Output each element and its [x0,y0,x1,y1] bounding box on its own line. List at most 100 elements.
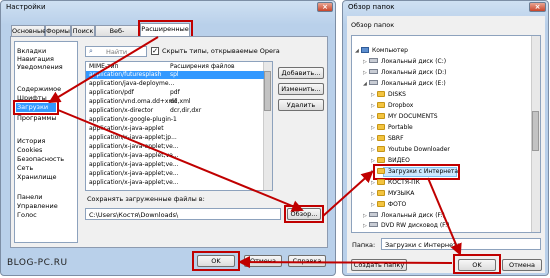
mime-scrollbar-thumb[interactable] [264,71,271,111]
tree-item-label: Portable [388,124,413,131]
delete-button[interactable]: Удалить [278,99,324,111]
folder-icon [377,201,385,207]
table-row[interactable]: application/x-director dcr,dir,dxr [86,107,264,115]
category-management[interactable]: Управление [17,202,58,210]
tree-item-label: Локальный диск (D:) [381,69,447,76]
search-box[interactable]: ⌕ Найти [85,46,147,57]
tree-item[interactable]: ▷ Youtube Downloader [371,146,450,154]
category-navigation[interactable]: Навигация [17,55,54,63]
tree-item[interactable]: ▷ Локальный диск (C:) [363,58,446,66]
tree-item[interactable]: ▷ Dropbox [371,102,413,110]
browse-button-highlight [284,205,324,223]
tree-item[interactable]: ▷ MY DOCUMENTS [371,113,438,121]
tree-item[interactable]: ▷ Portable [371,124,413,132]
table-cell-ext: spl [170,71,179,78]
browse-title: Обзор папок [348,3,395,11]
table-cell-mime: application/x-google-plugin-1 [89,116,177,123]
tree-item[interactable]: ▷ DVD RW дисковод (F:) [363,222,450,230]
tree-item[interactable]: ▷ SBRF [371,135,404,143]
tree-item[interactable]: ◢ Локальный диск (E:) [363,80,446,88]
add-button[interactable]: Добавить... [278,67,324,79]
table-cell-mime: application/x-java-applet;ve... [89,179,179,186]
search-input[interactable]: Найти [106,48,127,56]
category-panels[interactable]: Панели [17,193,43,201]
tree-item-label: Локальный диск (E:) [381,80,446,87]
table-row[interactable]: application/java-deployme... [86,80,264,88]
category-tabs[interactable]: Вкладки [17,47,46,55]
table-row[interactable]: application/x-java-applet;ve... [86,161,264,169]
drive-icon [369,212,378,217]
table-cell-mime: application/x-java-applet;ve... [89,170,179,177]
tree-item[interactable]: ▷ Локальный диск (F:) [363,212,445,220]
tree-item[interactable]: ▷ МУЗЫКА [371,190,414,198]
cancel-button[interactable]: Отмена [244,255,282,267]
table-row[interactable]: application/x-java-applet;ve... [86,143,264,151]
tree-item[interactable]: ▷ Локальный диск (D:) [363,69,447,77]
tab-general[interactable]: Основные [11,25,46,36]
table-row[interactable]: application/vnd.oma.dd+xml dd,xml [86,98,264,106]
table-row[interactable]: application/x-java-applet;ve... [86,170,264,178]
folder-icon [377,157,385,163]
category-notifications[interactable]: Уведомления [17,63,63,71]
folder-icon [377,146,385,152]
category-content[interactable]: Содержимое [17,85,61,93]
tree-item-label: Dropbox [388,102,414,109]
tab-webpages[interactable]: Веб-страницы [95,25,139,45]
table-cell-mime: application/java-deployme... [89,80,175,87]
save-location-label: Сохранять загруженные файлы в: [87,195,205,203]
table-cell-mime: application/x-java-applet;ve... [89,152,179,159]
table-cell-ext: dd,xml [170,98,191,105]
table-row[interactable]: application/x-google-plugin-1 [86,116,264,124]
folder-field[interactable]: Загрузки с Интернета [381,238,541,250]
browse-close-button[interactable]: × [529,2,546,12]
tree-scrollbar-thumb[interactable] [532,111,539,151]
tree-item[interactable]: ◢ Компьютер [355,47,408,55]
tree-item[interactable]: ▷ DISKS [371,91,406,99]
category-history[interactable]: История [17,137,45,145]
table-row[interactable]: application/x-java-applet [86,125,264,133]
mime-type-header[interactable]: MIME-тип [89,63,118,71]
ok-button-highlight [192,251,240,271]
category-network[interactable]: Сеть [17,164,33,172]
folder-icon [377,102,385,108]
tree-item-label: DISKS [388,91,406,98]
table-row[interactable]: application/x-java-applet;jp... [86,134,264,142]
table-cell-mime: application/vnd.oma.dd+xml [89,98,176,105]
tree-item[interactable]: ▷ ФОТО [371,201,406,209]
drive-icon [369,222,378,227]
category-programs[interactable]: Программы [17,114,56,122]
table-row[interactable]: application/x-java-applet;ve... [86,179,264,187]
table-row[interactable]: application/pdf pdf [86,89,264,97]
tab-search[interactable]: Поиск [71,25,95,36]
folder-icon [377,113,385,119]
category-security[interactable]: Безопасность [17,155,64,163]
browse-cancel-button[interactable]: Отмена [502,259,542,271]
table-row[interactable]: application/futuresplash spl [86,71,264,79]
folder-field-label: Папка: [352,241,376,249]
folder-icon [377,124,385,130]
tree-item-label: Локальный диск (C:) [381,58,447,65]
table-cell-mime: application/futuresplash [89,71,162,78]
help-button[interactable]: Справка [288,255,326,267]
browse-ok-highlight [453,254,501,274]
folder-icon [377,190,385,196]
category-voice[interactable]: Голос [17,211,37,219]
settings-close-button[interactable]: × [317,2,333,12]
category-cookies[interactable]: Cookies [17,146,42,154]
tree-item[interactable]: ▷ КОСТЯ-ПК [371,179,420,187]
table-row[interactable]: application/x-java-applet;ve... [86,152,264,160]
create-folder-button[interactable]: Создать папку [351,259,407,271]
extensions-header[interactable]: Расширения файлов [170,63,235,71]
category-storage[interactable]: Хранилище [17,173,57,181]
settings-window: Настройки × Основные Формы Поиск Веб-стр… [0,0,336,276]
table-cell-mime: application/x-java-applet;ve... [89,161,179,168]
folder-field-value: Загрузки с Интернета [385,241,461,249]
hide-types-checkbox[interactable]: ✓ [151,47,159,55]
tab-forms[interactable]: Формы [45,25,71,36]
folder-icon [377,91,385,97]
save-path-field[interactable]: C:\Users\Костя\Downloads\ [85,208,281,220]
table-cell-mime: application/x-java-applet [89,125,164,132]
tree-item-label: SBRF [388,135,404,142]
change-button[interactable]: Изменить... [278,83,324,95]
tree-item-label: Youtube Downloader [388,146,450,153]
